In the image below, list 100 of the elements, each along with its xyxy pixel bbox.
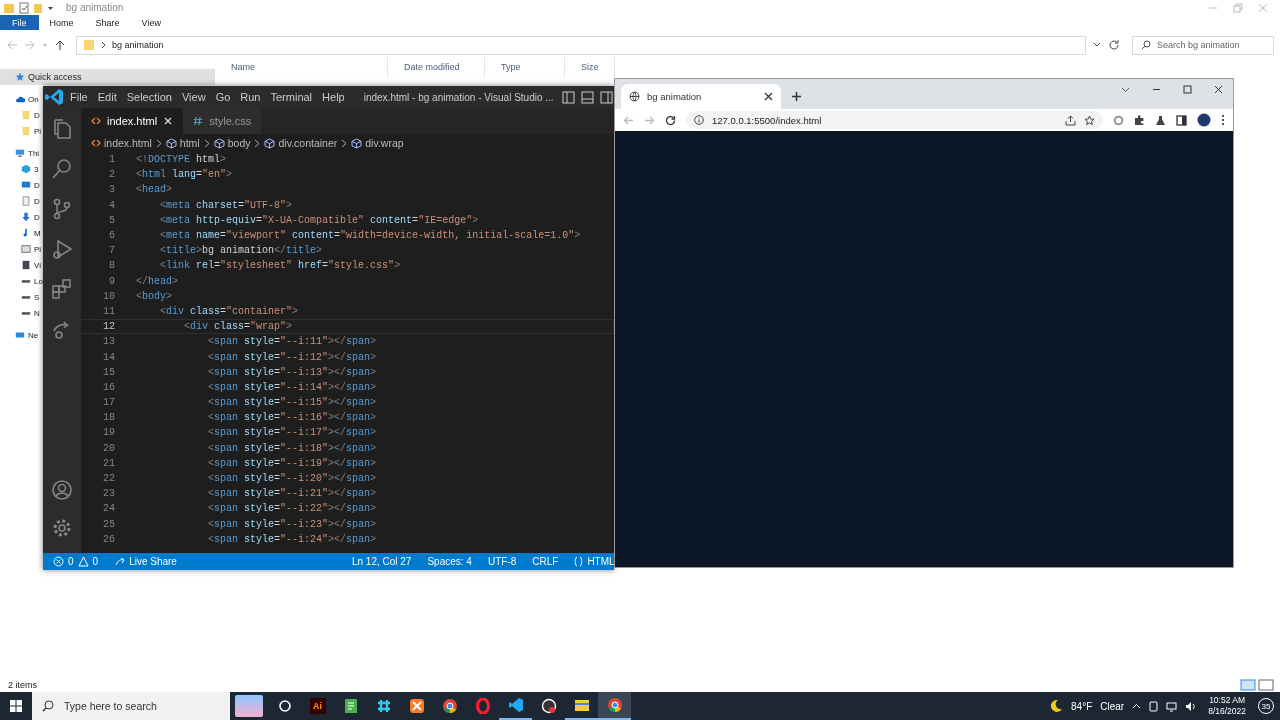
chevron-down-icon[interactable] — [1121, 85, 1130, 94]
menu-item[interactable]: Go — [210, 91, 236, 103]
speaker-icon[interactable] — [1185, 700, 1197, 712]
extensions-icon[interactable] — [51, 278, 73, 300]
sidebar-item[interactable]: S — [0, 289, 40, 305]
menu-item[interactable]: View — [176, 91, 211, 103]
menu-item[interactable]: Run — [235, 91, 266, 103]
status-item[interactable]: UTF-8 — [487, 556, 517, 567]
sidebar-item[interactable]: D — [0, 193, 40, 209]
breadcrumb-item[interactable]: div.wrap — [351, 137, 404, 149]
menu-item[interactable]: Terminal — [265, 91, 318, 103]
code-editor-icon[interactable] — [507, 697, 524, 713]
ribbon-tab[interactable]: Home — [38, 15, 85, 30]
maximize-icon[interactable] — [1183, 85, 1192, 94]
chevron-up-icon[interactable] — [1132, 701, 1142, 711]
view-toggle-icon[interactable] — [1240, 679, 1274, 691]
star-icon[interactable] — [1084, 114, 1095, 126]
search-field[interactable]: Search bg animation — [1132, 35, 1274, 55]
sidebar-layout-icon[interactable] — [561, 90, 575, 104]
warning-count: 0 — [92, 556, 99, 567]
sidebar-item[interactable]: D — [0, 209, 40, 225]
sidebar-item[interactable]: On — [0, 91, 39, 107]
language-mode[interactable]: HTML — [574, 556, 615, 567]
ribbon-tab[interactable]: View — [130, 15, 172, 30]
sidebar-item[interactable]: Ne — [0, 327, 39, 343]
ring-icon[interactable] — [474, 698, 491, 714]
folder-icon[interactable] — [573, 697, 590, 713]
sidebar-item[interactable]: 3 — [0, 161, 39, 177]
refresh-icon[interactable] — [1108, 39, 1120, 51]
side-panel-icon[interactable] — [1176, 114, 1187, 126]
live-share-button[interactable]: Live Share — [114, 556, 177, 567]
split-layout-icon[interactable] — [599, 90, 613, 104]
status-item[interactable]: Spaces: 4 — [427, 556, 472, 567]
plus-icon[interactable] — [791, 90, 802, 102]
menu-item[interactable]: Edit — [92, 91, 122, 103]
close-icon[interactable] — [764, 92, 773, 101]
avatar-icon[interactable] — [1197, 113, 1211, 127]
run-debug-icon[interactable] — [51, 238, 73, 260]
column-header[interactable]: Size — [565, 57, 615, 77]
menu-item[interactable]: Selection — [121, 91, 177, 103]
settings-icon[interactable] — [51, 517, 73, 539]
up-arrow-icon[interactable] — [54, 39, 66, 51]
html-file-icon — [91, 116, 101, 126]
address-bar[interactable]: 127.0.0.1:5500/index.html — [686, 111, 1103, 129]
sidebar-item[interactable]: Lo — [0, 273, 43, 289]
line-number: 7 — [108, 245, 116, 257]
code-line: </head> — [136, 275, 179, 287]
breadcrumb-item[interactable]: body — [213, 137, 251, 149]
sidebar-item[interactable]: Pi — [0, 241, 42, 257]
globe-icon — [629, 91, 640, 102]
browser-icon[interactable] — [606, 697, 623, 713]
column-header[interactable]: Type — [485, 57, 565, 77]
breadcrumb-item[interactable]: html — [165, 137, 200, 149]
ring-icon[interactable] — [1113, 114, 1124, 126]
branch-icon[interactable] — [51, 198, 73, 220]
notepad-icon[interactable] — [342, 698, 359, 714]
status-item[interactable]: Ln 12, Col 27 — [351, 556, 412, 567]
html-file-icon — [91, 138, 101, 148]
reload-icon[interactable] — [665, 114, 676, 126]
menu-item[interactable]: File — [65, 91, 93, 103]
share-icon[interactable] — [1065, 114, 1076, 126]
circle-icon[interactable] — [276, 698, 293, 714]
taskbar-search-field[interactable]: Type here to search — [32, 692, 230, 720]
column-header[interactable]: Date modified — [388, 57, 485, 77]
clock[interactable]: 10:52 AM 8/16/2022 — [1208, 695, 1246, 717]
close-icon[interactable] — [1214, 85, 1223, 94]
sidebar-item[interactable]: M — [0, 225, 41, 241]
ribbon-tab[interactable]: File — [0, 15, 39, 30]
panel-layout-icon[interactable] — [580, 90, 594, 104]
flask-icon[interactable] — [1155, 114, 1166, 126]
editor-tab[interactable]: index.html — [81, 108, 184, 134]
square-app-icon[interactable] — [408, 698, 425, 714]
taskbar-app-button[interactable]: Ai — [309, 698, 326, 714]
close-icon[interactable] — [163, 116, 174, 126]
column-header[interactable]: Name — [215, 57, 388, 77]
sidebar-item[interactable]: Thi — [0, 145, 40, 161]
menu-item[interactable]: Help — [317, 91, 350, 103]
files-icon[interactable] — [51, 118, 73, 140]
browser-tab[interactable]: bg animation — [621, 84, 781, 109]
sidebar-item[interactable]: Vi — [0, 257, 41, 273]
menu-icon[interactable] — [1221, 114, 1225, 126]
code-line: <meta charset="UTF-8"> — [159, 199, 293, 211]
sidebar-item[interactable]: D — [0, 177, 40, 193]
status-item[interactable]: CRLF — [532, 556, 559, 567]
editor-tab[interactable]: style.css — [183, 108, 262, 134]
sidebar-item[interactable]: Quick access — [0, 69, 215, 85]
picture-icon — [21, 244, 31, 254]
hash-grid-icon[interactable] — [375, 698, 392, 714]
breadcrumb-item[interactable]: div.container — [264, 137, 338, 149]
sidebar-item[interactable]: Pi — [0, 123, 42, 139]
search-icon[interactable] — [51, 158, 73, 180]
account-icon[interactable] — [51, 479, 73, 501]
ribbon-tab[interactable]: Share — [84, 15, 131, 30]
breadcrumb-item[interactable]: index.html — [91, 137, 152, 149]
address-bar[interactable]: bg animation — [76, 35, 1086, 55]
chevron-right-icon — [341, 138, 348, 148]
sidebar-item[interactable]: D — [0, 107, 40, 123]
puzzle-icon[interactable] — [1134, 114, 1145, 126]
sidebar-item[interactable]: N — [0, 305, 40, 321]
browser-icon[interactable] — [441, 698, 458, 714]
